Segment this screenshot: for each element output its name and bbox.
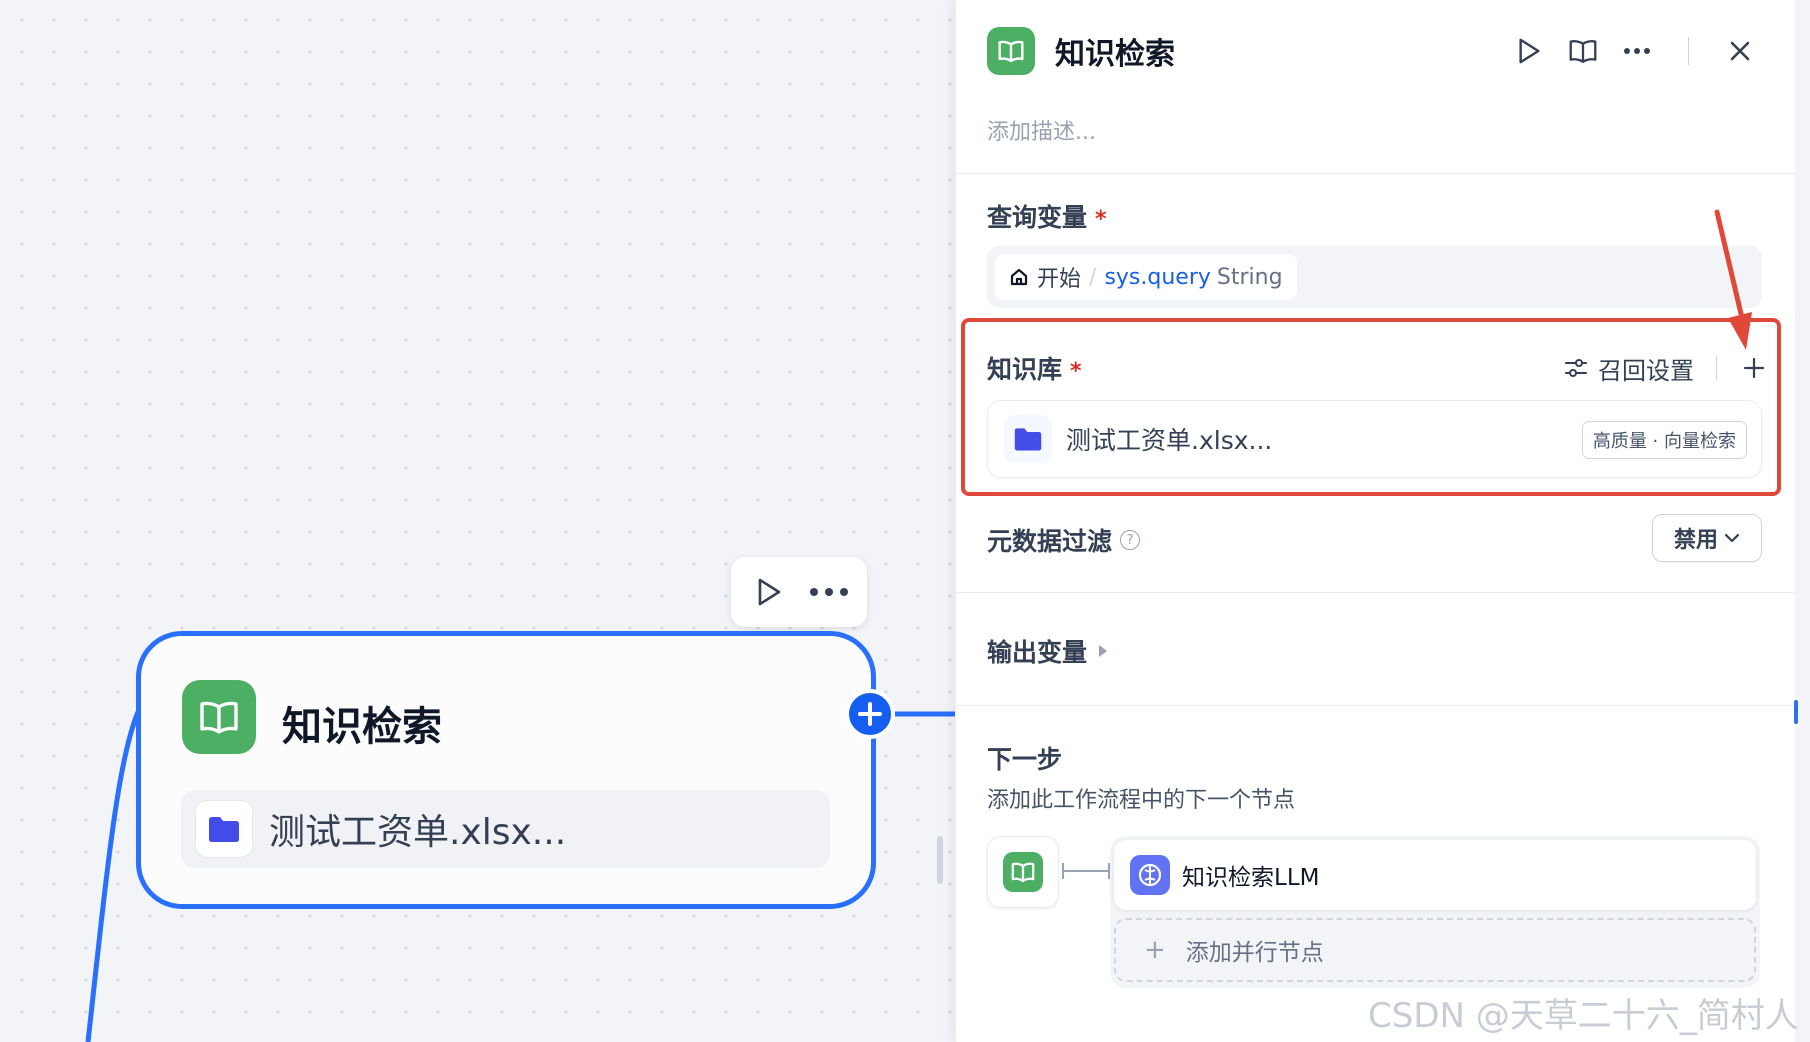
watermark: CSDN @天草二十六_简村人 — [1368, 996, 1799, 1036]
annotation-arrow — [1714, 209, 1752, 350]
